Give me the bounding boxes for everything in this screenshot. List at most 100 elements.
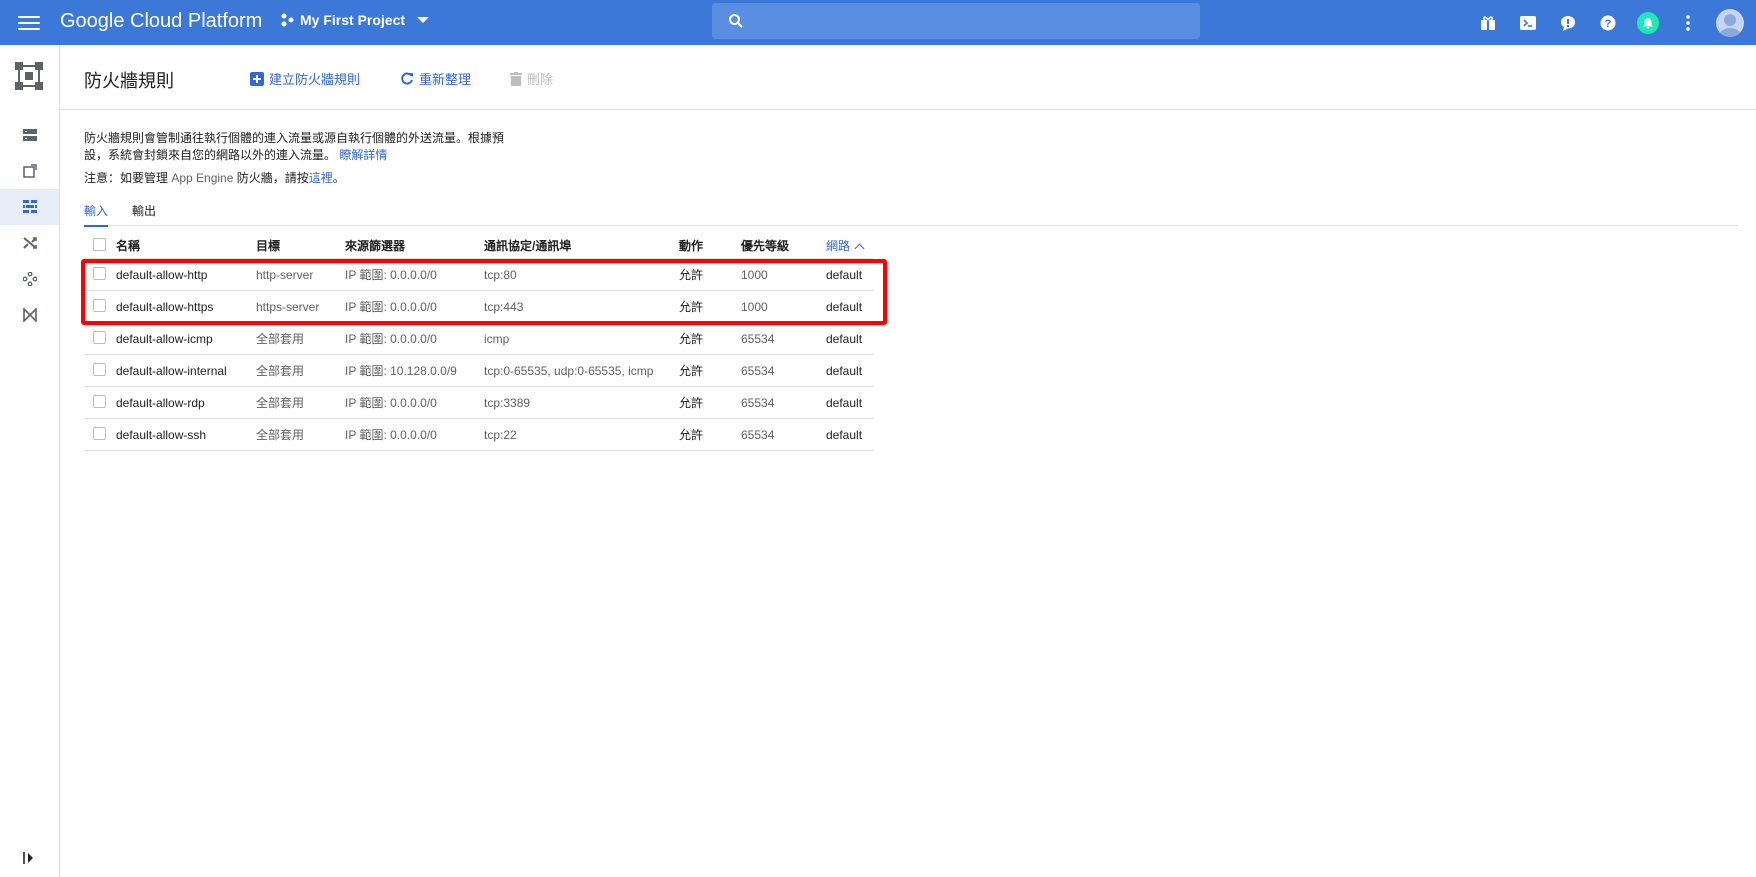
rule-priority: 65534 — [741, 386, 826, 419]
description-text: 防火牆規則會管制通往執行個體的連入流量或源自執行個體的外送流量。根據預設，系統會… — [84, 131, 505, 162]
note-suffix: 防火牆，請按 — [236, 171, 309, 185]
table-row[interactable]: default-allow-ssh 全部套用 IP 範圍: 0.0.0.0/0 … — [84, 418, 873, 451]
project-name: My First Project — [300, 12, 406, 28]
refresh-label: 重新整理 — [419, 72, 472, 87]
row-checkbox[interactable] — [93, 427, 106, 440]
row-checkbox[interactable] — [93, 395, 106, 408]
sidebar-item-routes[interactable] — [0, 225, 59, 261]
rule-source: IP 範圍: 0.0.0.0/0 — [345, 258, 484, 291]
expand-sidebar-icon[interactable] — [20, 849, 38, 867]
row-checkbox[interactable] — [93, 331, 106, 344]
select-all-checkbox[interactable] — [93, 237, 106, 251]
tab-egress[interactable]: 輸出 — [132, 202, 156, 225]
brand-title[interactable]: Google Cloud Platform — [60, 10, 262, 33]
column-header-network[interactable]: 網路 — [826, 232, 873, 259]
page-header: 防火牆規則 建立防火牆規則 重新整理 刪除 — [60, 45, 1756, 110]
select-all-cell — [84, 232, 116, 259]
table-row[interactable]: default-allow-https https-server IP 範圍: … — [84, 290, 873, 323]
vpc-network-logo — [15, 62, 43, 90]
routes-icon — [22, 237, 37, 249]
chevron-down-icon — [417, 17, 430, 23]
create-firewall-rule-button[interactable]: 建立防火牆規則 — [250, 69, 360, 88]
rule-target: https-server — [256, 290, 345, 323]
sidebar-item-vpc-peering[interactable] — [0, 261, 59, 297]
gift-icon[interactable] — [1468, 0, 1508, 45]
app-engine-note: 注意：如要管理 App Engine 防火牆，請按這裡。 — [84, 169, 345, 186]
project-selector[interactable]: My First Project — [280, 12, 430, 28]
help-icon[interactable]: ? — [1588, 0, 1628, 45]
vpc-networks-icon — [22, 129, 37, 141]
search-icon — [729, 14, 743, 28]
row-checkbox[interactable] — [93, 267, 106, 280]
rule-name[interactable]: default-allow-http — [116, 258, 256, 291]
table-row[interactable]: default-allow-internal 全部套用 IP 範圍: 10.12… — [84, 354, 873, 387]
column-header-target[interactable]: 目標 — [256, 232, 345, 259]
rule-source: IP 範圍: 10.128.0.0/9 — [345, 354, 484, 387]
rule-protocol: tcp:443 — [484, 290, 679, 323]
table-row[interactable]: default-allow-http http-server IP 範圍: 0.… — [84, 258, 873, 291]
project-icon — [281, 13, 294, 27]
column-header-protocol[interactable]: 通訊協定/通訊埠 — [484, 232, 679, 259]
table-row[interactable]: default-allow-icmp 全部套用 IP 範圍: 0.0.0.0/0… — [84, 322, 873, 355]
column-header-action[interactable]: 動作 — [679, 232, 741, 259]
rule-name[interactable]: default-allow-internal — [116, 354, 256, 387]
rule-network: default — [826, 322, 873, 355]
rule-name[interactable]: default-allow-ssh — [116, 418, 256, 451]
learn-more-link[interactable]: 瞭解詳情 — [339, 148, 387, 162]
product-sidebar — [0, 45, 60, 877]
firewall-icon — [22, 200, 37, 213]
description: 防火牆規則會管制通往執行個體的連入流量或源自執行個體的外送流量。根據預設，系統會… — [84, 130, 524, 164]
menu-icon[interactable] — [18, 12, 40, 32]
note-app-engine: App Engine — [168, 171, 237, 185]
top-actions: ? — [1468, 0, 1756, 45]
cloud-shell-icon[interactable] — [1508, 0, 1548, 45]
rule-network: default — [826, 354, 873, 387]
rule-name[interactable]: default-allow-icmp — [116, 322, 256, 355]
row-checkbox[interactable] — [93, 363, 106, 376]
network-header-label: 網路 — [826, 238, 851, 253]
delete-icon — [510, 71, 522, 86]
notifications-icon[interactable] — [1628, 0, 1668, 45]
column-header-name[interactable]: 名稱 — [116, 232, 256, 259]
column-header-source[interactable]: 來源篩選器 — [345, 232, 484, 259]
create-label: 建立防火牆規則 — [269, 72, 361, 87]
search-input[interactable] — [712, 3, 1200, 39]
delete-label: 刪除 — [527, 72, 554, 87]
rule-target: 全部套用 — [256, 418, 345, 451]
more-vert-icon[interactable] — [1668, 0, 1708, 45]
feedback-icon[interactable] — [1548, 0, 1588, 45]
refresh-button[interactable]: 重新整理 — [400, 69, 471, 88]
sidebar-item-firewall-rules[interactable] — [0, 189, 59, 225]
rule-action: 允許 — [679, 322, 741, 355]
page-title: 防火牆規則 — [84, 71, 174, 91]
rule-target: 全部套用 — [256, 354, 345, 387]
add-box-icon — [250, 71, 264, 86]
rule-name[interactable]: default-allow-https — [116, 290, 256, 323]
rule-network: default — [826, 258, 873, 291]
rule-name[interactable]: default-allow-rdp — [116, 386, 256, 419]
rule-action: 允許 — [679, 290, 741, 323]
rule-protocol: tcp:22 — [484, 418, 679, 451]
external-ip-icon — [22, 164, 37, 178]
rule-action: 允許 — [679, 418, 741, 451]
account-avatar[interactable] — [1716, 8, 1744, 37]
row-checkbox[interactable] — [93, 299, 106, 312]
sidebar-item-external-ip[interactable] — [0, 153, 59, 189]
sidebar-item-network-connectivity[interactable] — [0, 297, 59, 333]
rule-protocol: tcp:3389 — [484, 386, 679, 419]
svg-text:?: ? — [1605, 18, 1612, 30]
rule-priority: 65534 — [741, 354, 826, 387]
rule-protocol: tcp:80 — [484, 258, 679, 291]
sidebar-item-vpc-networks[interactable] — [0, 117, 59, 153]
rule-priority: 65534 — [741, 418, 826, 451]
rule-protocol: icmp — [484, 322, 679, 355]
delete-button[interactable]: 刪除 — [510, 69, 553, 88]
table-row[interactable]: default-allow-rdp 全部套用 IP 範圍: 0.0.0.0/0 … — [84, 386, 873, 419]
note-end: 。 — [332, 171, 345, 185]
rule-source: IP 範圍: 0.0.0.0/0 — [345, 290, 484, 323]
table-header-row: 名稱 目標 來源篩選器 通訊協定/通訊埠 動作 優先等級 網路 — [84, 232, 873, 259]
rule-target: 全部套用 — [256, 386, 345, 419]
note-here-link[interactable]: 這裡 — [309, 171, 333, 185]
tab-ingress[interactable]: 輸入 — [84, 202, 109, 227]
column-header-priority[interactable]: 優先等級 — [741, 232, 826, 259]
